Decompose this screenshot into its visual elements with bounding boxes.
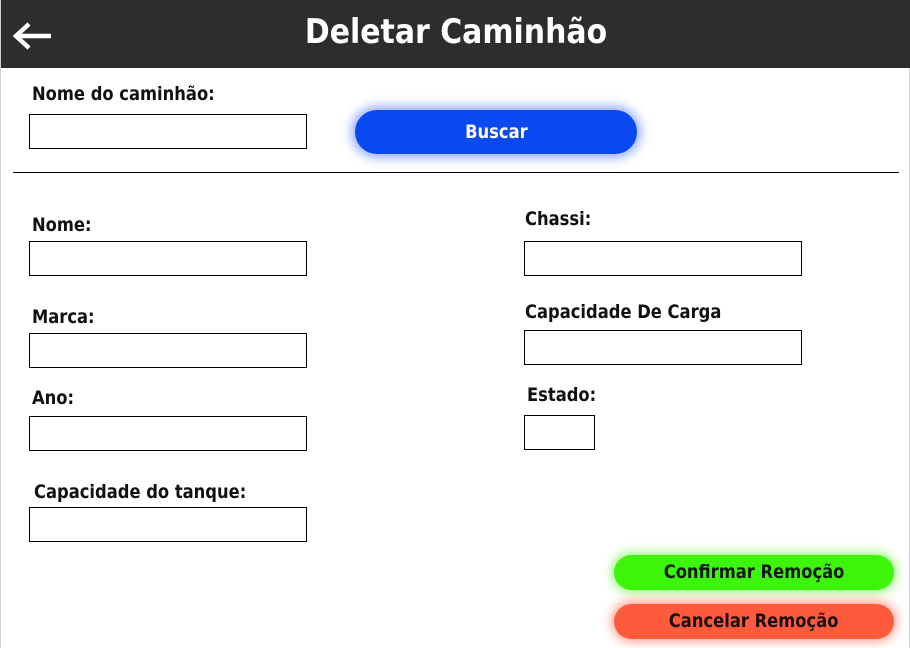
chassi-field[interactable] — [524, 241, 802, 276]
estado-field[interactable] — [524, 415, 595, 450]
confirm-removal-label: Confirmar Remoção — [663, 561, 845, 583]
nome-label: Nome: — [32, 214, 92, 236]
back-button[interactable] — [9, 16, 57, 56]
confirm-removal-button[interactable]: Confirmar Remoção — [614, 555, 894, 590]
capacidade-tanque-field[interactable] — [29, 507, 307, 542]
search-button[interactable]: Buscar — [355, 110, 637, 154]
arrow-left-icon — [12, 22, 51, 50]
truck-name-search-label: Nome do caminhão: — [32, 83, 215, 105]
capacidade-carga-field[interactable] — [524, 330, 802, 365]
marca-field[interactable] — [29, 333, 307, 368]
header-bar: Deletar Caminhão — [1, 0, 910, 68]
truck-name-search-input[interactable] — [29, 114, 307, 149]
ano-label: Ano: — [32, 387, 75, 409]
cancel-removal-button[interactable]: Cancelar Remoção — [614, 604, 894, 639]
page-title: Deletar Caminhão — [304, 12, 608, 52]
estado-label: Estado: — [527, 384, 597, 406]
capacidade-carga-label: Capacidade De Carga — [525, 301, 722, 323]
delete-truck-screen: Deletar Caminhão Nome do caminhão: Busca… — [0, 0, 910, 648]
chassi-label: Chassi: — [525, 208, 592, 230]
nome-field[interactable] — [29, 241, 307, 276]
ano-field[interactable] — [29, 416, 307, 451]
section-divider — [13, 172, 899, 173]
capacidade-tanque-label: Capacidade do tanque: — [34, 481, 247, 503]
search-button-label: Buscar — [464, 121, 528, 143]
cancel-removal-label: Cancelar Remoção — [669, 610, 839, 632]
marca-label: Marca: — [32, 306, 95, 328]
